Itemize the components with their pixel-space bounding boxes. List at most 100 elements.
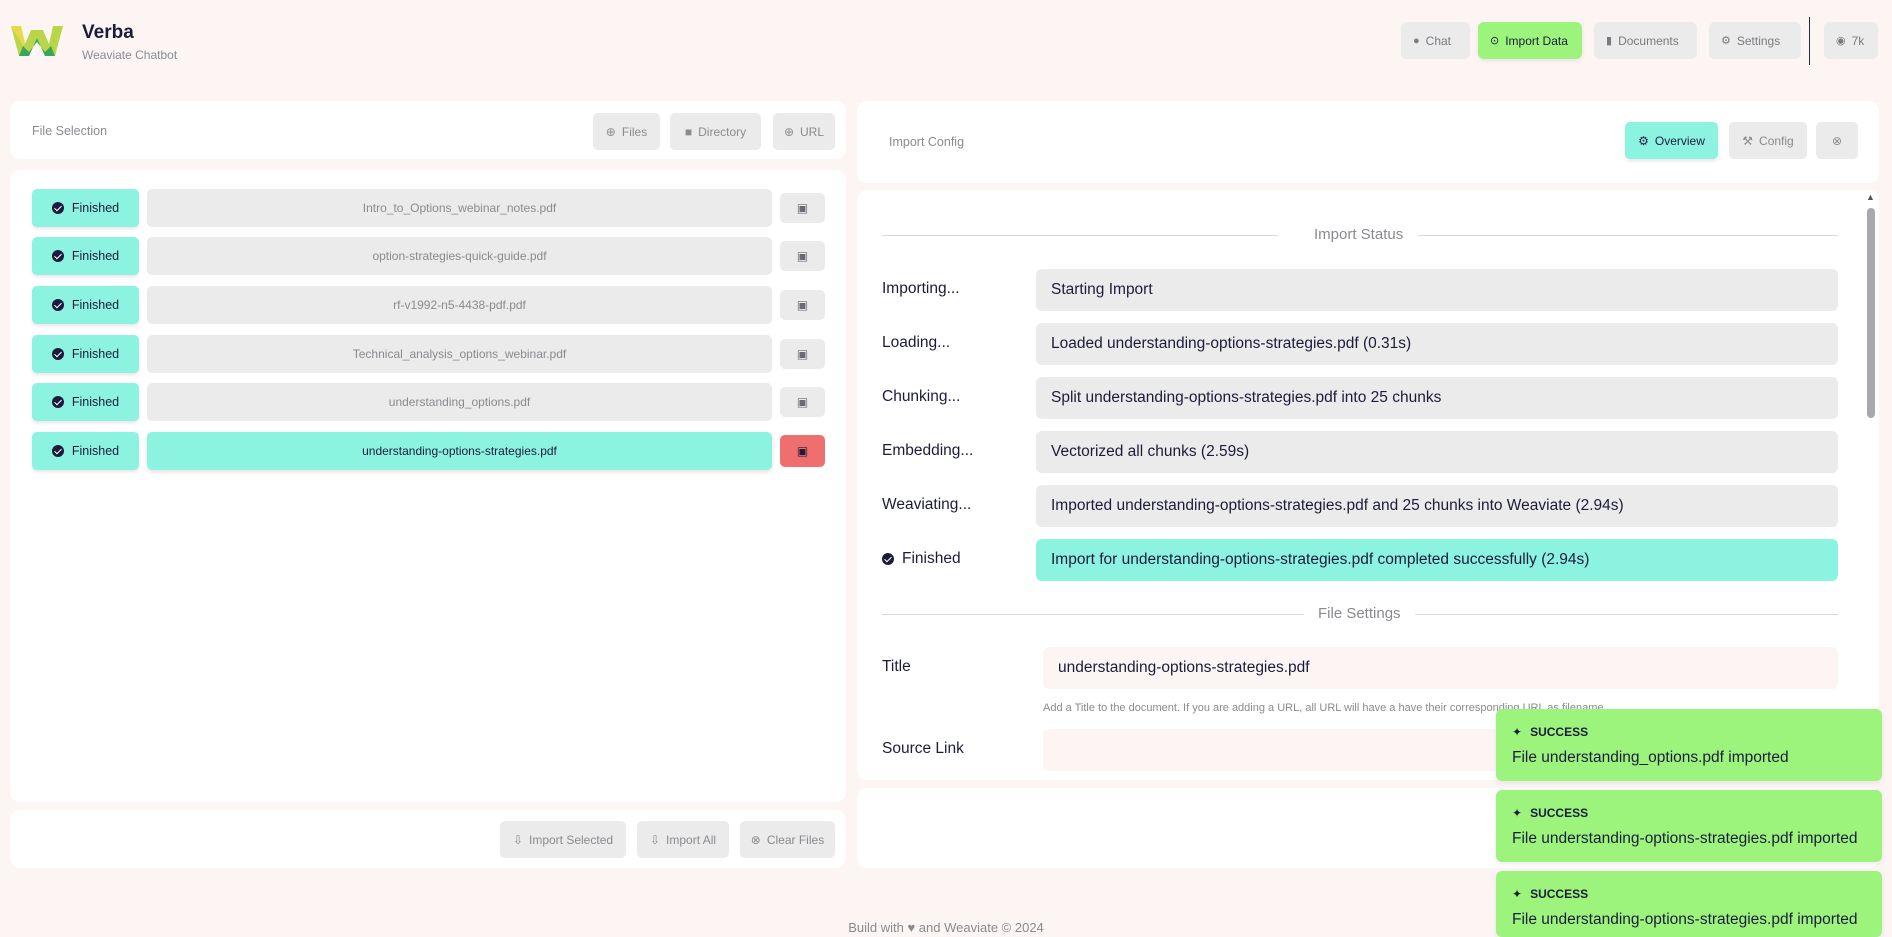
status-pill: Finished: [32, 335, 139, 373]
status-pill: Finished: [32, 189, 139, 227]
magic-wand-icon: ✦: [1512, 806, 1523, 820]
weaviate-logo: [11, 26, 63, 56]
nav-import-button[interactable]: ⊙ Import Data: [1478, 22, 1582, 59]
delete-file-button[interactable]: ▣: [780, 290, 825, 320]
toast-message: File understanding_options.pdf imported: [1512, 749, 1789, 766]
import-icon: ⊙: [1490, 35, 1500, 47]
plus-icon: ⊕: [783, 124, 795, 139]
divider: [1415, 614, 1838, 615]
header: Verba Weaviate Chatbot ● Chat ⊙ Import D…: [0, 0, 1892, 80]
files-button-label: Files: [621, 124, 648, 139]
toast-success[interactable]: ✦ SUCCESS File understanding-options-str…: [1496, 790, 1882, 862]
import-status-title: Import Status: [1314, 226, 1404, 243]
toast-header: ✦ SUCCESS: [1512, 806, 1588, 820]
trash-icon: ▣: [796, 444, 809, 458]
document-icon: ▮: [1606, 35, 1613, 47]
status-chunking-label: Chunking...: [882, 388, 961, 405]
import-all-label: Import All: [666, 832, 717, 847]
source-link-label: Source Link: [882, 740, 964, 757]
divider: [1418, 235, 1838, 236]
file-name-button[interactable]: Technical_analysis_options_webinar.pdf: [147, 335, 772, 373]
delete-file-button[interactable]: ▣: [780, 241, 825, 271]
clear-files-button[interactable]: ⊗ Clear Files: [740, 821, 835, 858]
files-button[interactable]: ⊕ Files: [593, 113, 660, 150]
status-finished-label: Finished: [882, 550, 961, 568]
trash-icon: ▣: [796, 347, 809, 361]
directory-button[interactable]: ■ Directory: [670, 113, 761, 150]
directory-button-label: Directory: [698, 124, 747, 139]
toast-title: SUCCESS: [1530, 725, 1589, 739]
github-button[interactable]: ◉ 7k: [1824, 22, 1878, 59]
status-finished-value: Import for understanding-options-strateg…: [1036, 539, 1838, 581]
trash-icon: ▣: [796, 395, 809, 409]
clear-files-label: Clear Files: [766, 832, 825, 847]
nav-chat-button[interactable]: ● Chat: [1401, 22, 1470, 59]
divider: [882, 235, 1278, 236]
status-loading-value: Loaded understanding-options-strategies.…: [1036, 323, 1838, 365]
file-name-button[interactable]: rf-v1992-n5-4438-pdf.pdf: [147, 286, 772, 324]
clear-icon: ⊗: [750, 832, 761, 847]
delete-file-button[interactable]: ▣: [780, 435, 825, 467]
config-button[interactable]: ⚒ Config: [1729, 122, 1807, 159]
file-name-button[interactable]: understanding-options-strategies.pdf: [147, 432, 772, 470]
import-all-button[interactable]: ⇩ Import All: [637, 821, 729, 858]
toast-header: ✦ SUCCESS: [1512, 887, 1588, 901]
gear-icon: ⚙: [1721, 35, 1731, 47]
magic-wand-icon: ✦: [1512, 725, 1523, 739]
delete-file-button[interactable]: ▣: [780, 339, 825, 369]
nav-documents-button[interactable]: ▮ Documents: [1594, 22, 1697, 59]
import-icon: ⇩: [649, 832, 661, 847]
status-weaviating-value: Imported understanding-options-strategie…: [1036, 485, 1838, 527]
status-finished-text: Finished: [902, 550, 961, 567]
status-pill: Finished: [32, 432, 139, 470]
nav-settings-button[interactable]: ⚙ Settings: [1709, 22, 1801, 59]
status-label: Finished: [71, 395, 120, 409]
check-icon: [882, 553, 894, 565]
chat-icon: ●: [1413, 34, 1420, 47]
url-button[interactable]: ⊕ URL: [773, 113, 835, 150]
delete-file-button[interactable]: ▣: [780, 193, 825, 223]
import-selected-button[interactable]: ⇩ Import Selected: [500, 821, 626, 858]
file-settings-title: File Settings: [1318, 605, 1401, 622]
file-selection-label: File Selection: [32, 124, 108, 138]
toast-title: SUCCESS: [1530, 806, 1589, 820]
status-label: Finished: [71, 444, 120, 458]
scrollbar-thumb[interactable]: [1867, 208, 1875, 418]
toast-title: SUCCESS: [1530, 887, 1589, 901]
file-name-button[interactable]: understanding_options.pdf: [147, 383, 772, 421]
overview-button[interactable]: ⚙ Overview: [1625, 122, 1718, 159]
url-button-label: URL: [800, 124, 825, 139]
nav-settings-label: Settings: [1736, 33, 1781, 48]
divider: [882, 614, 1304, 615]
magic-wand-icon: ✦: [1512, 887, 1523, 901]
toast-success[interactable]: ✦ SUCCESS File understanding_options.pdf…: [1496, 709, 1882, 781]
brand-title: Verba: [82, 22, 134, 43]
toast-header: ✦ SUCCESS: [1512, 725, 1588, 739]
import-icon: ⇩: [512, 832, 523, 847]
check-icon: [51, 299, 64, 311]
nav-chat-label: Chat: [1425, 33, 1452, 48]
import-selected-label: Import Selected: [529, 832, 614, 847]
import-config-card: [857, 101, 1879, 183]
file-name-button[interactable]: Intro_to_Options_webinar_notes.pdf: [147, 189, 772, 227]
status-pill: Finished: [32, 383, 139, 421]
delete-file-button[interactable]: ▣: [780, 387, 825, 417]
reset-config-button[interactable]: ⊗: [1816, 122, 1858, 159]
import-config-label: Import Config: [889, 135, 965, 149]
config-label: Config: [1759, 133, 1794, 148]
trash-icon: ▣: [796, 298, 809, 312]
nav-import-label: Import Data: [1505, 33, 1568, 48]
nav-documents-label: Documents: [1618, 33, 1679, 48]
title-input[interactable]: understanding-options-strategies.pdf: [1043, 647, 1838, 689]
scroll-up-arrow[interactable]: ▲: [1866, 192, 1875, 202]
status-label: Finished: [71, 249, 120, 263]
file-name-button[interactable]: option-strategies-quick-guide.pdf: [147, 237, 772, 275]
footer: Build with ♥ and Weaviate © 2024: [848, 920, 1044, 935]
status-embedding-value: Vectorized all chunks (2.59s): [1036, 431, 1838, 473]
status-pill: Finished: [32, 237, 139, 275]
check-icon: [51, 396, 64, 408]
overview-label: Overview: [1654, 133, 1705, 148]
trash-icon: ▣: [796, 201, 809, 215]
status-chunking-value: Split understanding-options-strategies.p…: [1036, 377, 1838, 419]
check-icon: [51, 348, 64, 360]
